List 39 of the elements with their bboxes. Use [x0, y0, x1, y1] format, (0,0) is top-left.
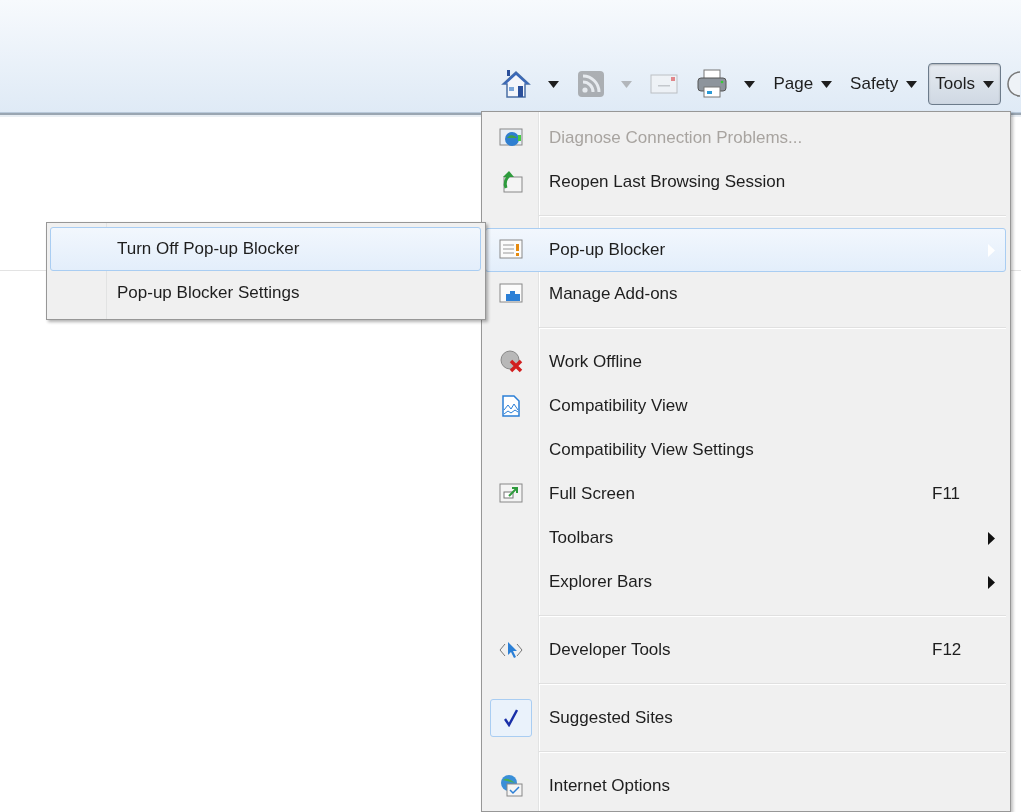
caret-icon: [548, 80, 560, 88]
checkbox[interactable]: [490, 699, 532, 737]
menu-item[interactable]: Pop-up Blocker Settings: [50, 271, 481, 315]
menu-item[interactable]: Manage Add-ons: [485, 272, 1006, 316]
menu-item[interactable]: Developer Tools F12: [485, 628, 1006, 672]
window-alert-icon: [499, 238, 523, 262]
menu-item[interactable]: Suggested Sites: [485, 696, 1006, 740]
menu-item[interactable]: Toolbars: [485, 516, 1006, 560]
menu-item[interactable]: Explorer Bars: [485, 560, 1006, 604]
submenu-arrow-icon: [988, 576, 995, 590]
globe-window-icon: [499, 774, 523, 798]
menu-button[interactable]: Tools: [928, 63, 1001, 105]
globe-cross-icon: [499, 350, 523, 374]
caret-icon: [906, 80, 918, 88]
house-icon: [500, 69, 533, 99]
menu-item[interactable]: Internet Options: [485, 764, 1006, 808]
envelope-icon: [650, 73, 679, 95]
menu-button[interactable]: Page: [766, 63, 840, 105]
menu-item[interactable]: Compatibility View: [485, 384, 1006, 428]
submenu-arrow-icon: [988, 244, 995, 258]
menu-item[interactable]: Compatibility View Settings: [485, 428, 1006, 472]
menu-button[interactable]: Safety: [843, 63, 925, 105]
checkmark-icon: [504, 709, 518, 727]
menu-item[interactable]: Full Screen F11: [485, 472, 1006, 516]
menu-item[interactable]: Reopen Last Browsing Session: [485, 160, 1006, 204]
submenu-arrow-icon: [988, 532, 995, 546]
caret-icon: [621, 80, 633, 88]
broken-page-icon: [499, 394, 523, 418]
shortcut-text: F12: [932, 639, 962, 662]
shortcut-text: F11: [932, 483, 961, 506]
caret-icon: [983, 80, 994, 88]
menu-item[interactable]: Turn Off Pop-up Blocker: [50, 227, 481, 271]
caret-icon: [744, 80, 756, 88]
help-icon: [1006, 69, 1020, 99]
caret-icon: [821, 80, 833, 88]
printer-icon: [696, 69, 729, 99]
menu-item[interactable]: Work Offline: [485, 340, 1006, 384]
feed-icon: [577, 70, 606, 98]
menu-item[interactable]: Pop-up Blocker: [485, 228, 1006, 272]
